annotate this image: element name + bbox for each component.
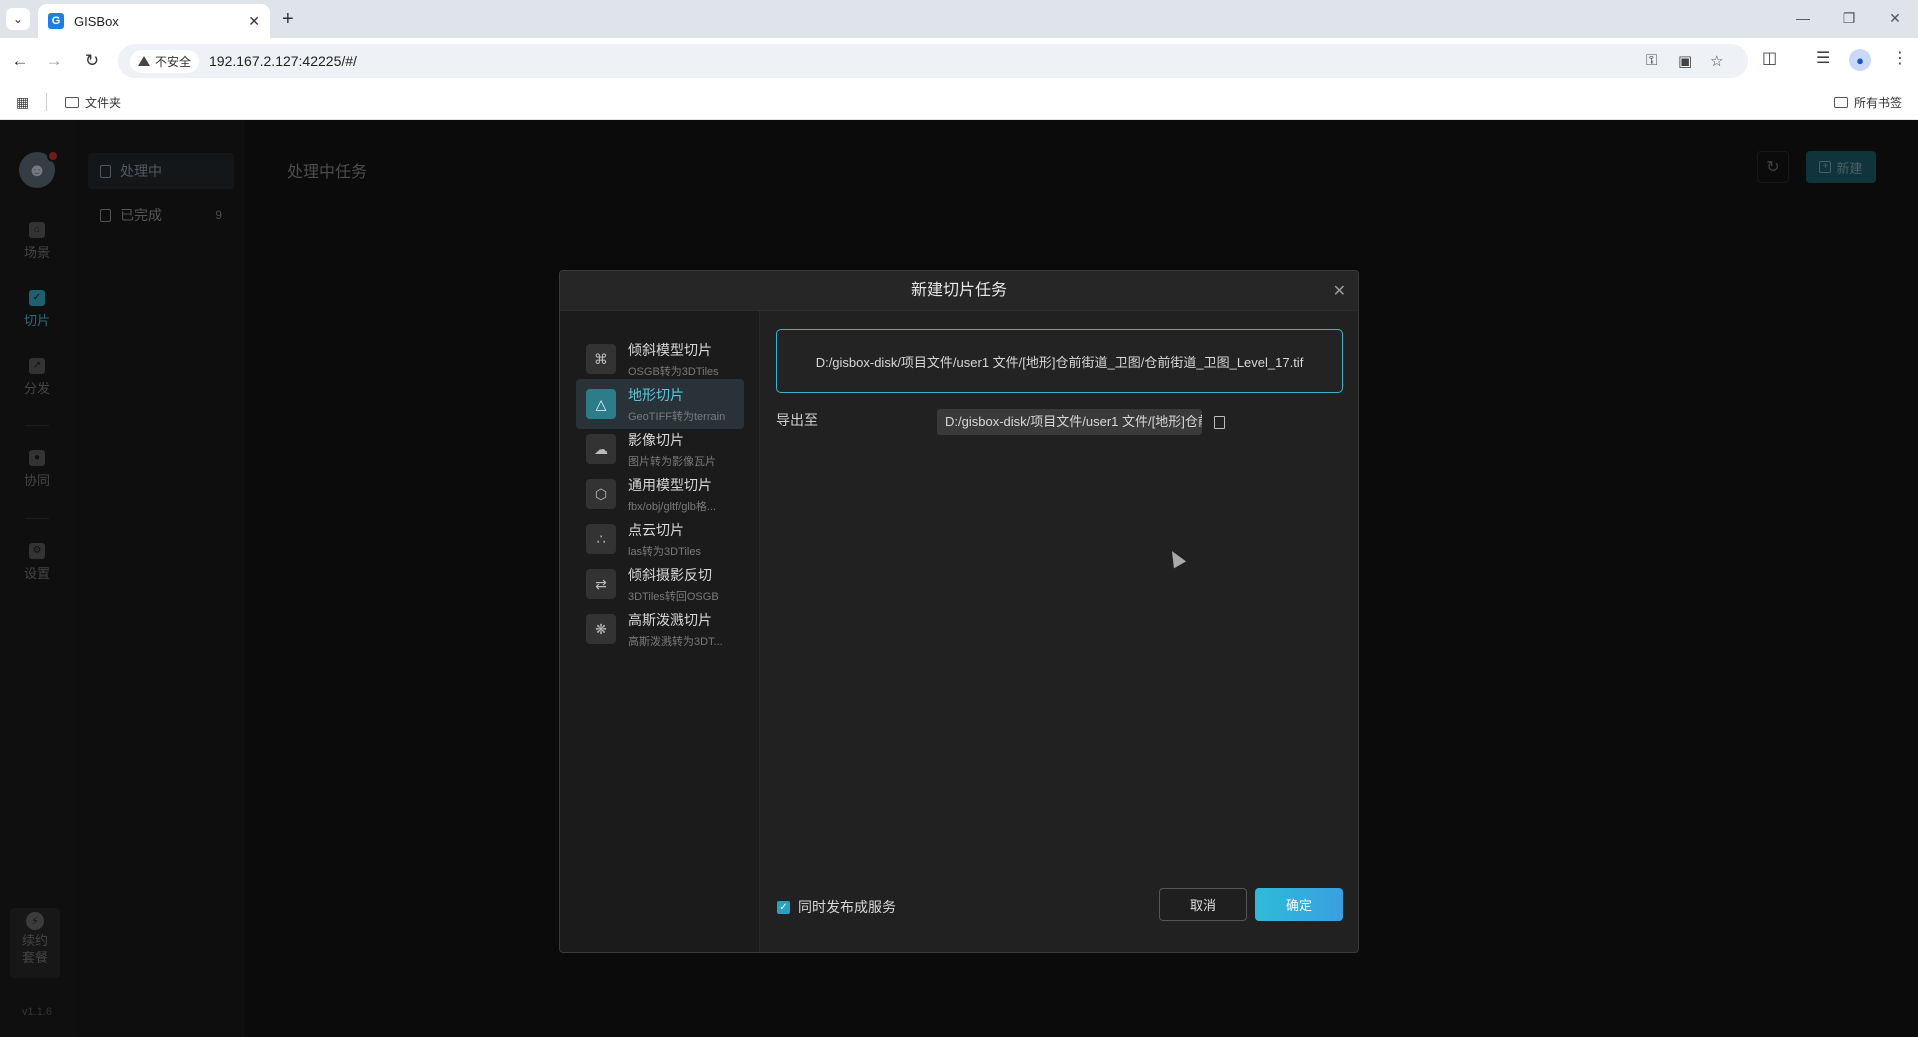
all-bookmarks-label: 所有书签 [1854, 96, 1903, 110]
type-sub: 图片转为影像瓦片 [628, 455, 716, 468]
type-imagery[interactable]: ☁ 影像切片 图片转为影像瓦片 [576, 424, 744, 474]
tab-title: GISBox [74, 13, 119, 29]
password-key-icon[interactable]: ⚿ [1646, 52, 1657, 69]
all-bookmarks-folder-icon [1834, 97, 1848, 108]
profile-icon[interactable]: ● [1849, 49, 1871, 71]
bookmarks-divider [46, 93, 47, 111]
media-control-icon[interactable]: ☰ [1816, 48, 1830, 68]
apps-grid-icon[interactable]: ▦ [16, 94, 29, 111]
browser-tab[interactable]: G GISBox ✕ [38, 4, 270, 38]
export-label: 导出至 [776, 412, 818, 428]
tiling-type-list: ⌘ 倾斜模型切片 OSGB转为3DTiles △ 地形切片 GeoTIFF转为t… [560, 311, 760, 952]
back-icon[interactable]: ← [8, 49, 32, 73]
terrain-icon: △ [586, 389, 616, 419]
type-label: 通用模型切片 [628, 476, 712, 493]
type-sub: 3DTiles转回OSGB [628, 590, 719, 603]
type-sub: fbx/obj/gltf/glb格... [628, 500, 717, 513]
type-oblique-model[interactable]: ⌘ 倾斜模型切片 OSGB转为3DTiles [576, 334, 744, 384]
type-point-cloud[interactable]: ∴ 点云切片 las转为3DTiles [576, 514, 744, 564]
point-cloud-icon: ∴ [586, 524, 616, 554]
source-file-field[interactable]: D:/gisbox-disk/项目文件/user1 文件/[地形]仓前街道_卫图… [776, 329, 1343, 393]
forward-icon[interactable]: → [42, 49, 66, 73]
security-indicator[interactable]: 不安全 [130, 49, 200, 73]
type-label: 高斯泼溅切片 [628, 611, 712, 628]
type-oblique-reverse[interactable]: ⇄ 倾斜摄影反切 3DTiles转回OSGB [576, 559, 744, 609]
new-tab-icon[interactable]: + [282, 7, 294, 31]
browser-tabstrip: ⌄ G GISBox ✕ + — ❐ ✕ [0, 0, 1918, 38]
tab-close-icon[interactable]: ✕ [248, 13, 260, 30]
gaussian-splat-icon: ❋ [586, 614, 616, 644]
dialog-close-icon[interactable]: ✕ [1333, 281, 1346, 301]
type-label: 点云切片 [628, 521, 684, 538]
browser-toolbar: ← → ↻ 不安全 192.167.2.127:42225/#/ ⚿ ▣ ☆ ◫… [0, 38, 1918, 84]
warning-icon [138, 56, 150, 66]
minimize-icon[interactable]: — [1788, 6, 1818, 30]
translate-icon[interactable]: ▣ [1678, 52, 1692, 70]
type-sub: las转为3DTiles [628, 545, 701, 558]
publish-service-option[interactable]: ✓ 同时发布成服务 [777, 897, 896, 917]
window-close-icon[interactable]: ✕ [1880, 6, 1910, 30]
cancel-button[interactable]: 取消 [1159, 888, 1247, 921]
type-sub: GeoTIFF转为terrain [628, 410, 726, 423]
extensions-icon[interactable]: ◫ [1762, 48, 1777, 68]
type-label: 地形切片 [628, 386, 684, 403]
url-text: 192.167.2.127:42225/#/ [209, 53, 357, 69]
folder-icon [65, 97, 79, 108]
gisbox-favicon-icon: G [48, 13, 64, 29]
dialog-header: 新建切片任务 ✕ [560, 271, 1358, 311]
tab-search-icon[interactable]: ⌄ [6, 8, 30, 30]
type-gaussian-splat[interactable]: ❋ 高斯泼溅切片 高斯泼溅转为3DT... [576, 604, 744, 654]
bookmark-folder-label: 文件夹 [85, 96, 122, 110]
bookmark-folder[interactable]: 文件夹 [65, 94, 121, 111]
browser-menu-icon[interactable]: ⋮ [1892, 48, 1908, 68]
reload-icon[interactable]: ↻ [80, 49, 104, 73]
type-label: 倾斜模型切片 [628, 341, 712, 358]
reverse-convert-icon: ⇄ [586, 569, 616, 599]
type-terrain[interactable]: △ 地形切片 GeoTIFF转为terrain [576, 379, 744, 429]
publish-label: 同时发布成服务 [798, 899, 896, 915]
restore-icon[interactable]: ❐ [1834, 6, 1864, 30]
type-generic-model[interactable]: ⬡ 通用模型切片 fbx/obj/gltf/glb格... [576, 469, 744, 519]
type-label: 影像切片 [628, 431, 684, 448]
all-bookmarks[interactable]: 所有书签 [1834, 94, 1902, 111]
cube-icon: ⬡ [586, 479, 616, 509]
bookmarks-bar: ▦ 文件夹 所有书签 [0, 84, 1918, 120]
security-label: 不安全 [155, 54, 192, 69]
bookmark-star-icon[interactable]: ☆ [1710, 52, 1723, 70]
type-sub: 高斯泼溅转为3DT... [628, 635, 723, 648]
imagery-icon: ☁ [586, 434, 616, 464]
address-bar[interactable]: 不安全 192.167.2.127:42225/#/ ⚿ ▣ ☆ [118, 44, 1748, 78]
publish-checkbox[interactable]: ✓ [777, 900, 790, 914]
oblique-model-icon: ⌘ [586, 344, 616, 374]
dialog-title: 新建切片任务 [910, 282, 1007, 299]
confirm-button[interactable]: 确定 [1255, 888, 1343, 921]
new-tiling-task-dialog: 新建切片任务 ✕ ⌘ 倾斜模型切片 OSGB转为3DTiles △ 地形切片 G… [559, 270, 1359, 953]
export-path-input[interactable]: D:/gisbox-disk/项目文件/user1 文件/[地形]仓前街道_卫图 [937, 409, 1202, 435]
browse-folder-icon[interactable] [1208, 411, 1230, 433]
type-sub: OSGB转为3DTiles [628, 365, 719, 378]
type-label: 倾斜摄影反切 [628, 566, 712, 583]
